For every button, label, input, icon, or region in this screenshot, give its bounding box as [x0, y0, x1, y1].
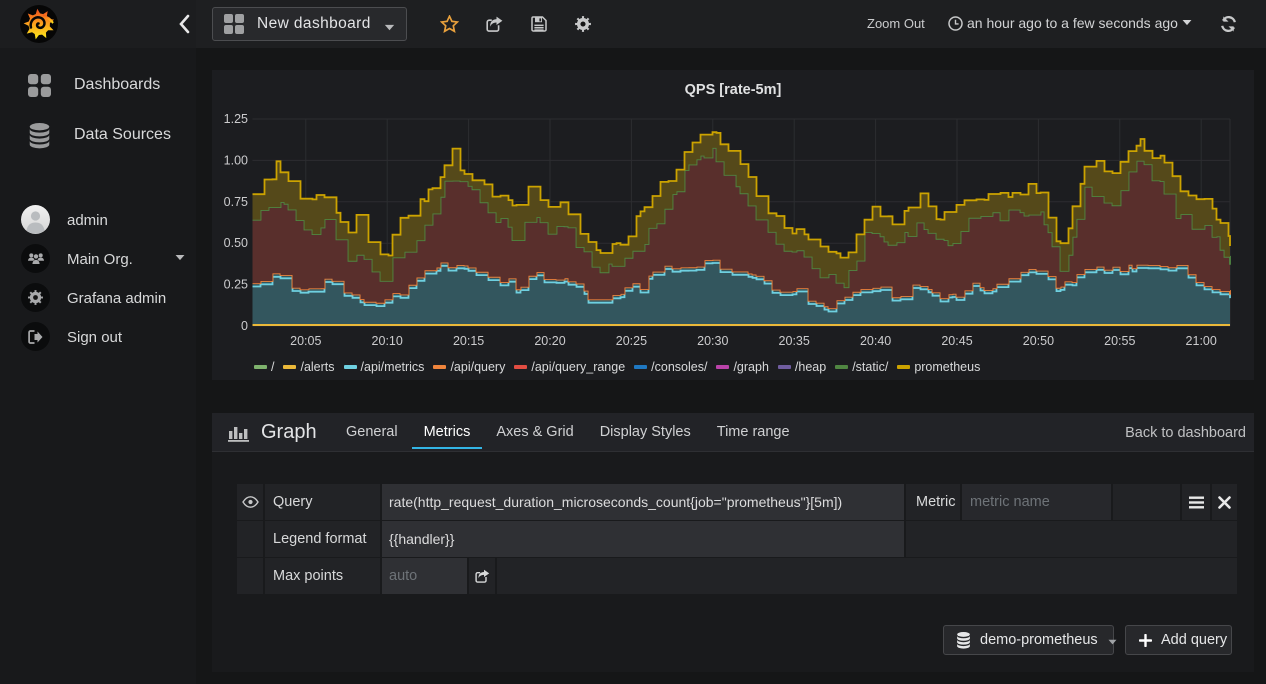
svg-text:1.25: 1.25: [224, 112, 248, 126]
svg-text:20:55: 20:55: [1104, 334, 1135, 348]
svg-text:20:45: 20:45: [941, 334, 972, 348]
svg-text:0.25: 0.25: [224, 278, 248, 292]
svg-text:1.00: 1.00: [224, 153, 248, 167]
svg-text:20:30: 20:30: [697, 334, 728, 348]
svg-text:0.75: 0.75: [224, 195, 248, 209]
svg-text:20:25: 20:25: [616, 334, 647, 348]
svg-text:20:40: 20:40: [860, 334, 891, 348]
svg-text:20:50: 20:50: [1023, 334, 1054, 348]
svg-text:20:20: 20:20: [534, 334, 565, 348]
svg-text:20:05: 20:05: [290, 334, 321, 348]
svg-text:0: 0: [241, 319, 248, 333]
svg-text:20:35: 20:35: [779, 334, 810, 348]
svg-text:20:10: 20:10: [372, 334, 403, 348]
svg-text:21:00: 21:00: [1186, 334, 1217, 348]
svg-text:20:15: 20:15: [453, 334, 484, 348]
svg-text:0.50: 0.50: [224, 236, 248, 250]
